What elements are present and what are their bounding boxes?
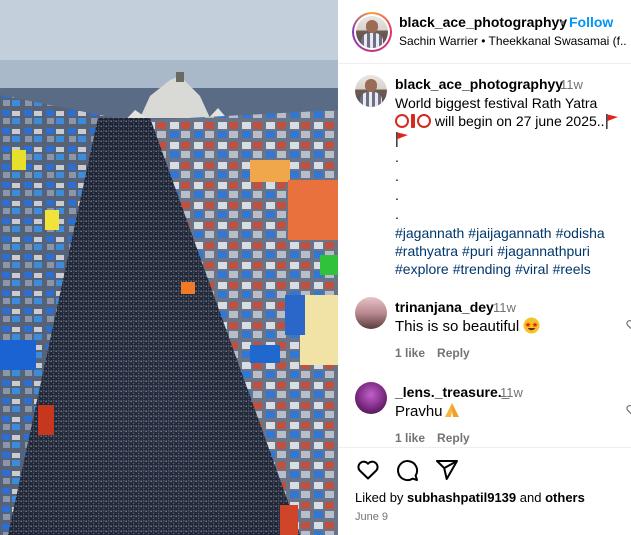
reply-button[interactable]: Reply <box>437 346 470 360</box>
hashtag-link[interactable]: #viral <box>515 261 548 277</box>
header-separator: • <box>560 14 565 30</box>
comment-text: This is so beautiful <box>395 317 540 335</box>
caption-dots: . . . . <box>395 149 399 222</box>
author-avatar[interactable] <box>352 12 392 52</box>
caption-username[interactable]: black_ace_photographyy <box>395 76 563 92</box>
post-detail-panel: black_ace_photographyy • Follow Sachin W… <box>338 0 631 535</box>
hashtag-link[interactable]: #jagannathpuri <box>497 243 590 259</box>
hashtag-link[interactable]: #reels <box>553 261 591 277</box>
reply-button[interactable]: Reply <box>437 431 470 445</box>
aerial-festival-image <box>0 0 338 535</box>
comment-username[interactable]: trinanjana_dey <box>395 299 494 315</box>
red-flag-emoji-icon <box>605 114 618 129</box>
o-emoji-icon <box>395 114 409 128</box>
commenter-avatar[interactable] <box>355 382 387 414</box>
comment-likes-link[interactable]: 1 like <box>395 346 425 360</box>
red-flag-emoji-icon <box>396 132 408 147</box>
comment-meta: 1 like Reply <box>395 431 470 445</box>
hashtag-link[interactable]: #explore <box>395 261 449 277</box>
i-emoji-icon <box>411 114 415 128</box>
hashtag-link[interactable]: #trending <box>453 261 511 277</box>
post-date[interactable]: June 9 <box>355 511 388 523</box>
comment-time: 11w <box>493 300 516 315</box>
comment-time: 11w <box>500 385 523 400</box>
liked-by-others-link[interactable]: others <box>545 490 585 505</box>
star-struck-emoji-icon <box>523 317 540 334</box>
heart-icon[interactable] <box>356 458 380 482</box>
folded-hands-emoji-icon <box>444 403 459 417</box>
liked-by-text: Liked by subhashpatil9139 and others <box>355 490 585 505</box>
post-header: black_ace_photographyy • Follow Sachin W… <box>338 0 631 64</box>
hashtag-link[interactable]: #odisha <box>556 225 605 241</box>
caption-text: World biggest festival Rath Yatra will b… <box>395 94 631 278</box>
comment-likes-link[interactable]: 1 like <box>395 431 425 445</box>
liked-by-user-link[interactable]: subhashpatil9139 <box>407 490 516 505</box>
hashtag-link[interactable]: #jagannath <box>395 225 464 241</box>
commenter-avatar[interactable] <box>355 297 387 329</box>
hashtags-line-2: #rathyatra #puri #jagannathpuri <box>395 242 631 260</box>
comment-meta: 1 like Reply <box>395 346 470 360</box>
small-heart-icon[interactable] <box>626 319 631 331</box>
caption-avatar[interactable] <box>355 75 387 107</box>
hashtags-line-1: #jagannath #jaijagannath #odisha <box>395 224 631 242</box>
small-heart-icon[interactable] <box>626 404 631 416</box>
hashtag-link[interactable]: #puri <box>462 243 493 259</box>
hashtag-link[interactable]: #rathyatra <box>395 243 458 259</box>
comment-icon[interactable] <box>395 458 419 482</box>
post-photo[interactable] <box>0 0 338 535</box>
caption-line-2: will begin on 27 june 2025.. <box>395 112 631 130</box>
author-username[interactable]: black_ace_photographyy <box>399 14 567 30</box>
caption-line-1: World biggest festival Rath Yatra <box>395 95 598 111</box>
caption-time: 11w <box>560 77 583 92</box>
o-emoji-icon <box>417 114 431 128</box>
share-icon[interactable] <box>435 458 459 482</box>
comments-list[interactable]: black_ace_photographyy 11w World biggest… <box>338 65 631 447</box>
audio-attribution[interactable]: Sachin Warrier • Theekkanal Swasamai (f.… <box>399 34 627 48</box>
comment-text: Pravhu <box>395 402 461 420</box>
comment-username[interactable]: _lens._treasure._ <box>395 384 509 400</box>
hashtags-line-3: #explore #trending #viral #reels <box>395 260 631 278</box>
hashtag-link[interactable]: #jaijagannath <box>468 225 551 241</box>
caption-line-3 <box>395 130 631 148</box>
post-actions: Liked by subhashpatil9139 and others Jun… <box>338 447 631 535</box>
follow-button[interactable]: Follow <box>569 14 613 30</box>
